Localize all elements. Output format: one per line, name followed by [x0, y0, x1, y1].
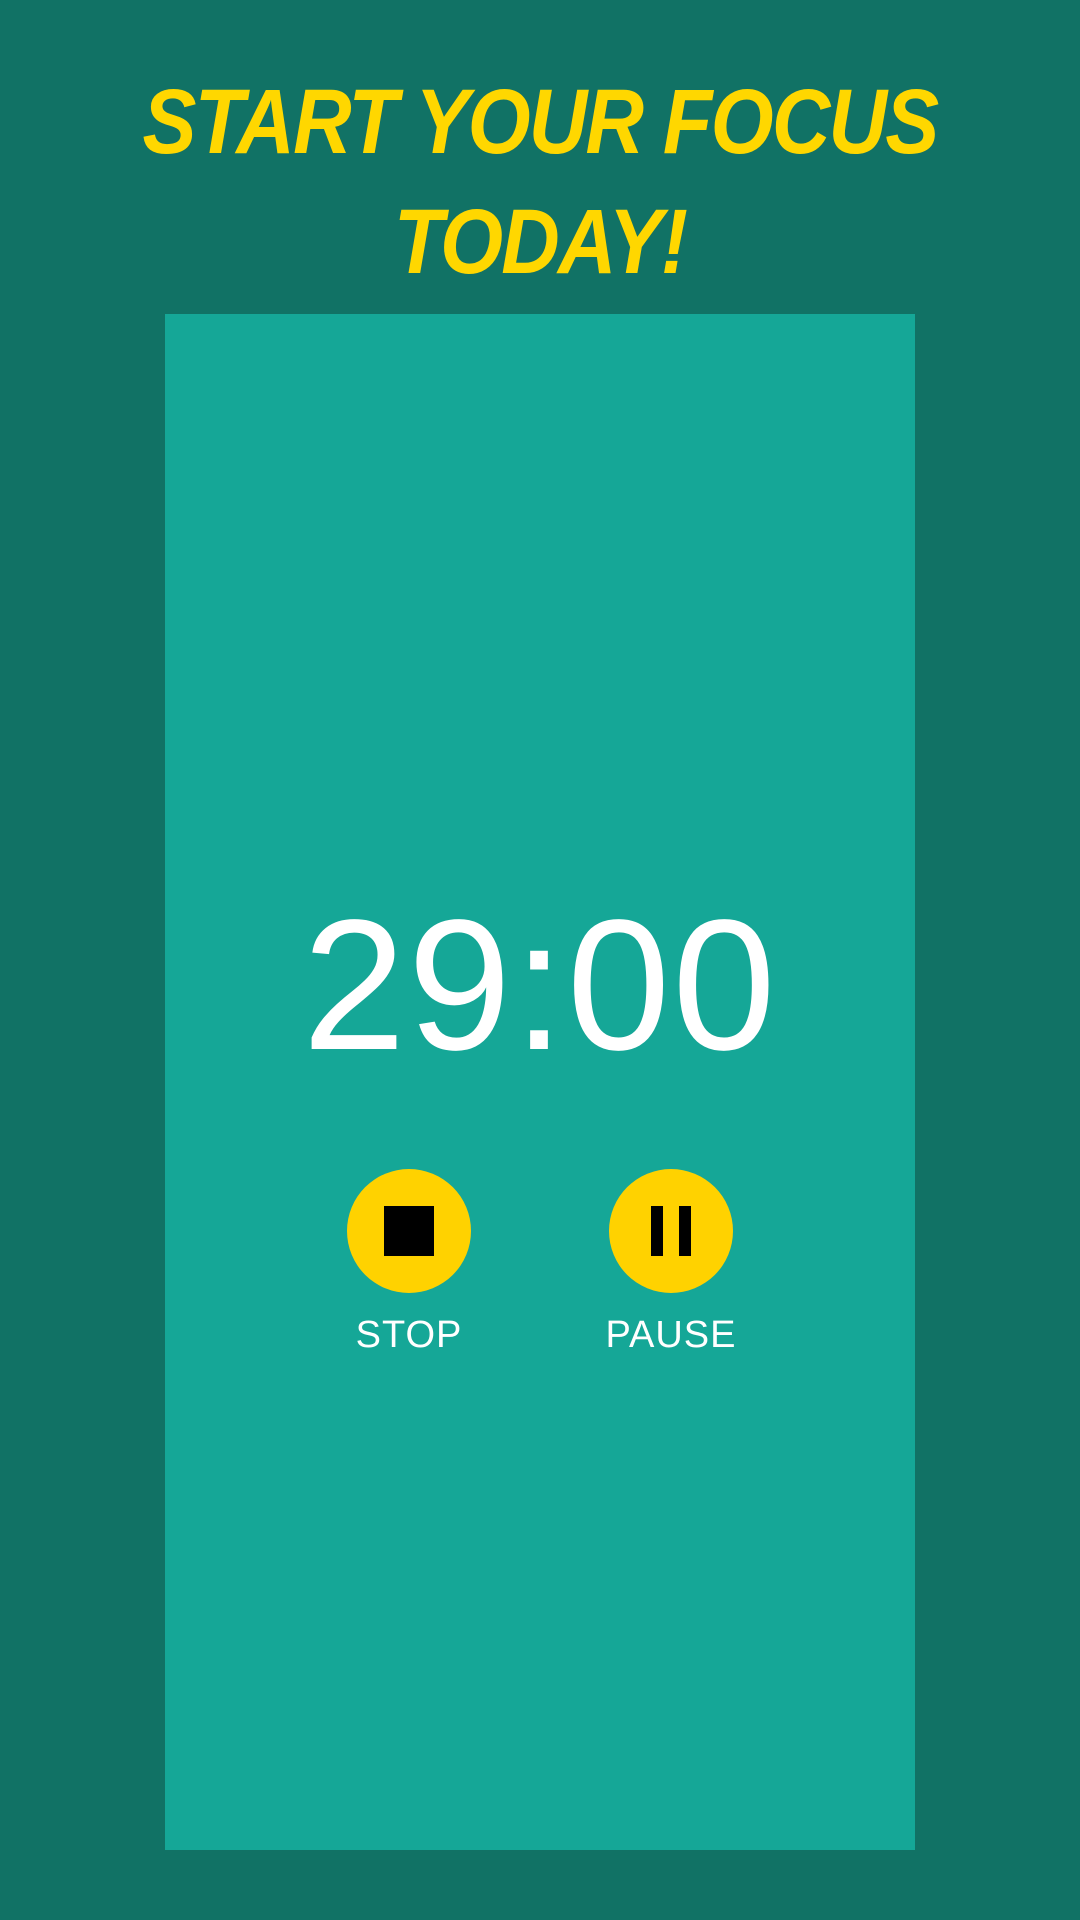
stop-button[interactable] — [347, 1169, 471, 1293]
page-title-line-1: START YOUR FOCUS — [142, 71, 939, 173]
page-title-line-2: TODAY! — [393, 191, 688, 293]
timer-panel: 29:00 STOP PAUSE — [165, 314, 915, 1850]
timer-display: 29:00 — [302, 882, 778, 1089]
pause-label: PAUSE — [605, 1314, 737, 1356]
pause-icon — [651, 1206, 691, 1256]
page-title: START YOUR FOCUS TODAY! — [65, 62, 1015, 302]
pause-control: PAUSE — [591, 1169, 751, 1357]
stop-label: STOP — [355, 1314, 463, 1356]
pause-button[interactable] — [609, 1169, 733, 1293]
stop-control: STOP — [329, 1169, 489, 1357]
stop-icon — [384, 1206, 434, 1256]
